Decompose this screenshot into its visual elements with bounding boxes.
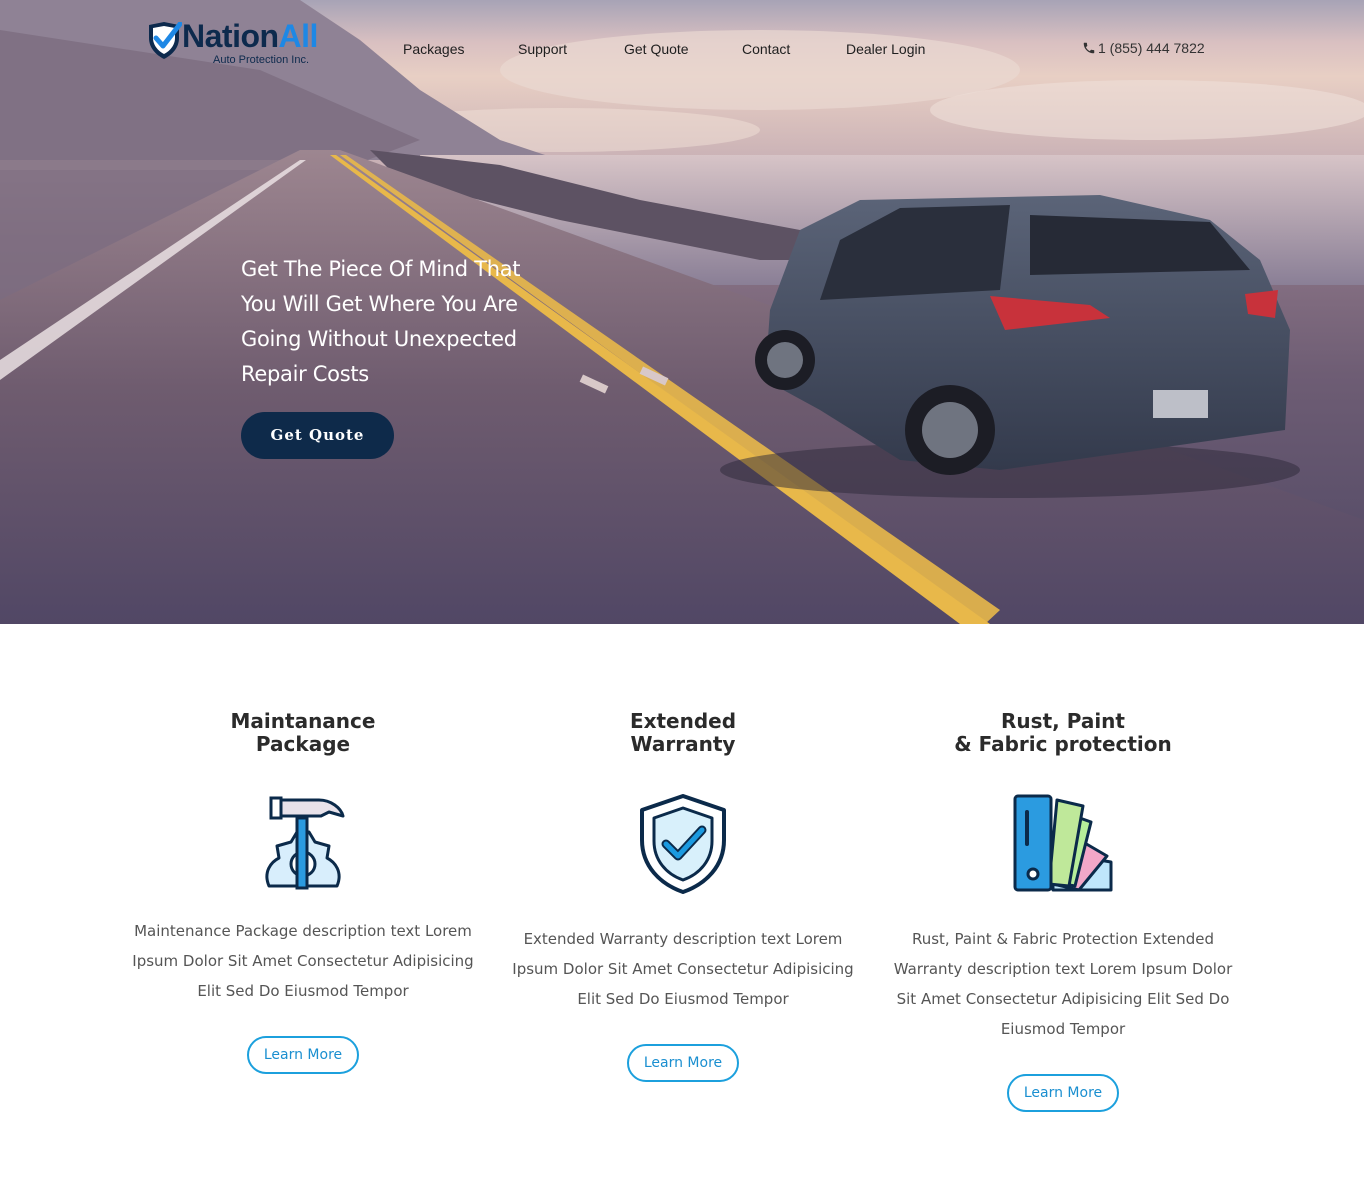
learn-more-button[interactable]: Learn More bbox=[1006, 1074, 1120, 1112]
feature-description: Rust, Paint & Fabric Protection Extended… bbox=[893, 930, 1233, 1038]
hero-background-image bbox=[0, 0, 1364, 624]
nav-item-get-quote[interactable]: Get Quote bbox=[624, 41, 689, 57]
nav-item-dealer-login[interactable]: Dealer Login bbox=[846, 41, 925, 57]
phone-number: 1 (855) 444 7822 bbox=[1098, 40, 1205, 56]
nav-item-contact[interactable]: Contact bbox=[742, 41, 790, 57]
hammer-gear-icon bbox=[265, 796, 345, 890]
color-swatch-icon bbox=[1013, 794, 1113, 892]
nav-item-support[interactable]: Support bbox=[518, 41, 567, 57]
phone-link[interactable]: 1 (855) 444 7822 bbox=[1082, 40, 1205, 56]
feature-title: Maintanance Package bbox=[230, 709, 376, 756]
feature-description: Maintenance Package description text Lor… bbox=[132, 922, 474, 1000]
hero-section: NationAll Auto Protection Inc. Packages … bbox=[0, 0, 1364, 624]
hero-get-quote-button[interactable]: Get Quote bbox=[241, 412, 394, 459]
feature-maintenance: Maintanance Package Maintenance Package … bbox=[123, 710, 483, 1074]
learn-more-button[interactable]: Learn More bbox=[246, 1036, 360, 1074]
hero-headline: Get The Piece Of Mind That You Will Get … bbox=[241, 257, 521, 386]
learn-more-button[interactable]: Learn More bbox=[626, 1044, 740, 1082]
nav-item-packages[interactable]: Packages bbox=[403, 41, 464, 57]
feature-rust-paint-fabric: Rust, Paint & Fabric protection Rust, Pa… bbox=[883, 710, 1243, 1112]
feature-description: Extended Warranty description text Lorem… bbox=[512, 930, 854, 1008]
feature-title: Rust, Paint & Fabric protection bbox=[954, 709, 1172, 756]
shield-check-icon bbox=[640, 794, 726, 894]
feature-title: Extended Warranty bbox=[629, 709, 737, 756]
phone-icon bbox=[1083, 42, 1095, 54]
feature-extended-warranty: Extended Warranty Extended Warranty desc… bbox=[503, 710, 863, 1082]
